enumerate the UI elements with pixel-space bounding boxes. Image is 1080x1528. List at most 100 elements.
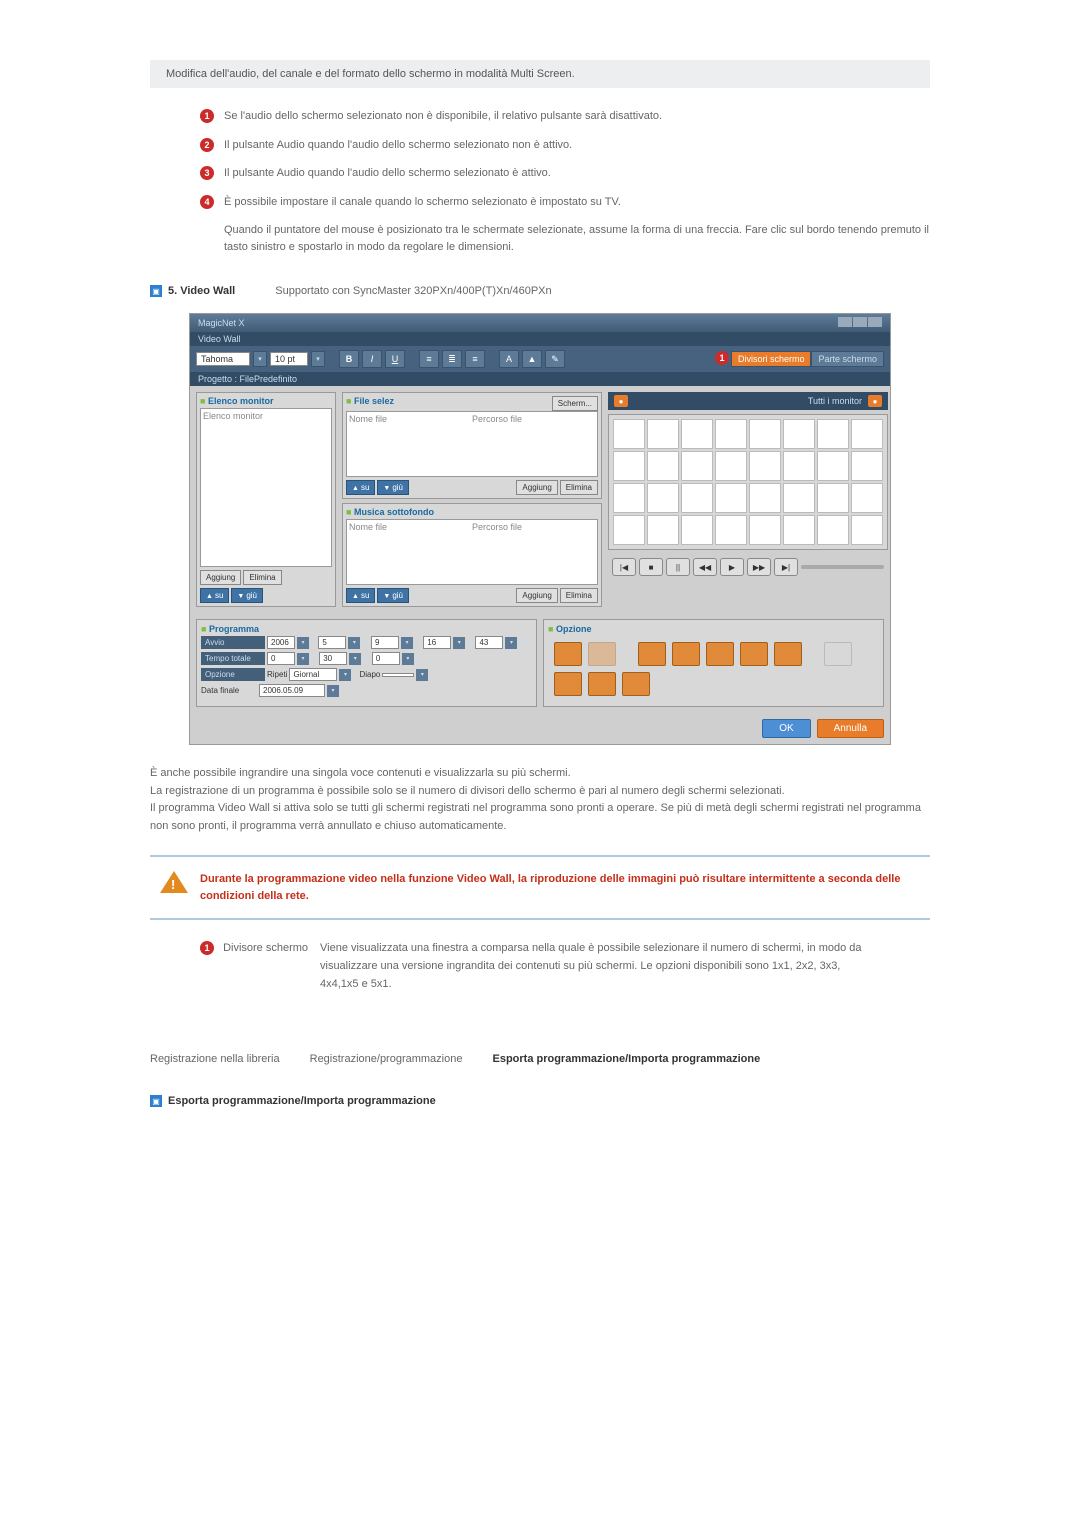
font-select[interactable]: Tahoma	[196, 352, 250, 366]
export-section-header: ▣ Esporta programmazione/Importa program…	[150, 1095, 930, 1107]
thumbnail-grid[interactable]	[608, 414, 888, 550]
underline-button[interactable]: U	[385, 350, 405, 368]
bullet-text-1: Se l'audio dello schermo selezionato non…	[224, 108, 930, 125]
transport-stop[interactable]: ■	[639, 558, 663, 576]
tab-registrazione[interactable]: Registrazione/programmazione	[310, 1053, 463, 1065]
text-color-button[interactable]: A	[499, 350, 519, 368]
bullet-2: 2 Il pulsante Audio quando l'audio dello…	[200, 137, 930, 154]
project-bar: Progetto : FilePredefinito	[190, 372, 890, 386]
programma-head: Programma	[209, 624, 259, 634]
file-down-button[interactable]: giù	[377, 480, 409, 495]
file-selez-head: ■ File selez	[346, 396, 394, 409]
bullet-badge-2: 2	[200, 138, 214, 152]
ok-button[interactable]: OK	[762, 719, 810, 738]
opt-icon[interactable]	[706, 642, 734, 666]
opt-icon[interactable]	[554, 672, 582, 696]
section-5-header: ▣ 5. Video Wall Supportato con SyncMaste…	[150, 285, 930, 297]
year-input[interactable]: 2006	[267, 636, 295, 649]
monitor-elimina-button[interactable]: Elimina	[243, 570, 281, 585]
transport-pause[interactable]: ||	[666, 558, 690, 576]
opt-icon[interactable]	[824, 642, 852, 666]
bullet-1: 1 Se l'audio dello schermo selezionato n…	[200, 108, 930, 125]
italic-button[interactable]: I	[362, 350, 382, 368]
music-up-button[interactable]: su	[346, 588, 375, 603]
bullet-badge-4: 4	[200, 195, 214, 209]
transport-play[interactable]: ▶	[720, 558, 744, 576]
footer-tabs: Registrazione nella libreria Registrazio…	[150, 1053, 930, 1065]
opzione-head: Opzione	[556, 624, 592, 634]
monitor-aggiung-button[interactable]: Aggiung	[200, 570, 241, 585]
bullet-4: 4 È possibile impostare il canale quando…	[200, 194, 930, 211]
month-input[interactable]: 5	[318, 636, 346, 649]
export-section-title: Esporta programmazione/Importa programma…	[168, 1095, 436, 1107]
align-right-button[interactable]: ≡	[465, 350, 485, 368]
monitor-up-button[interactable]: su	[200, 588, 229, 603]
opt-icon[interactable]	[554, 642, 582, 666]
warning-box: Durante la programmazione video nella fu…	[150, 855, 930, 920]
window-subheader: Video Wall	[190, 332, 890, 346]
file-list[interactable]: Nome filePercorso file	[346, 411, 598, 477]
transport-ff[interactable]: ▶▶	[747, 558, 771, 576]
file-elimina-button[interactable]: Elimina	[560, 480, 598, 495]
transport-first[interactable]: |◀	[612, 558, 636, 576]
bold-button[interactable]: B	[339, 350, 359, 368]
tab-libreria[interactable]: Registrazione nella libreria	[150, 1053, 280, 1065]
tab-parte[interactable]: Parte schermo	[811, 351, 884, 367]
monitor-down-button[interactable]: giù	[231, 588, 263, 603]
font-dropdown-icon[interactable]: ▾	[253, 351, 267, 367]
opt-icon[interactable]	[672, 642, 700, 666]
monitor-list-head: ■ Elenco monitor	[200, 396, 332, 406]
file-aggiung-button[interactable]: Aggiung	[516, 480, 557, 495]
scherm-button[interactable]: Scherm...	[552, 396, 598, 411]
toolbar: Tahoma ▾ 10 pt ▾ B I U ≡ ≣ ≡ A ▲ ✎ 1 Div…	[190, 346, 890, 372]
export-section-icon: ▣	[150, 1095, 162, 1107]
post-screenshot-paragraph: È anche possibile ingrandire una singola…	[150, 765, 930, 835]
line-color-button[interactable]: ✎	[545, 350, 565, 368]
app-title: MagicNet X	[198, 318, 245, 328]
data-finale-input[interactable]: 2006.05.09	[259, 684, 325, 697]
bullet-badge-3: 3	[200, 166, 214, 180]
prev-chip-left[interactable]: ●	[614, 395, 628, 407]
music-aggiung-button[interactable]: Aggiung	[516, 588, 557, 603]
music-elimina-button[interactable]: Elimina	[560, 588, 598, 603]
programma-panel: ■ Programma Avvio 2006▾ A 5▾ M 9▾ G 16▾ …	[196, 619, 537, 707]
monitor-list[interactable]: Elenco monitor	[200, 408, 332, 567]
hour-input[interactable]: 16	[423, 636, 451, 649]
opt-icon[interactable]	[740, 642, 768, 666]
opt-icon[interactable]	[774, 642, 802, 666]
section-subtitle: Supportato con SyncMaster 320PXn/400P(T)…	[275, 285, 551, 297]
tutti-monitor-label: Tutti i monitor	[808, 396, 862, 406]
tab-esporta[interactable]: Esporta programmazione/Importa programma…	[492, 1053, 760, 1065]
def-badge: 1	[200, 941, 214, 955]
align-left-button[interactable]: ≡	[419, 350, 439, 368]
tab-divisori[interactable]: Divisori schermo	[731, 351, 812, 367]
day-input[interactable]: 9	[371, 636, 399, 649]
opt-icon[interactable]	[588, 642, 616, 666]
bullet-list: 1 Se l'audio dello schermo selezionato n…	[150, 108, 930, 255]
prev-chip-right[interactable]: ●	[868, 395, 882, 407]
music-list[interactable]: Nome filePercorso file	[346, 519, 598, 585]
diapo-select[interactable]	[382, 673, 414, 677]
min-input[interactable]: 43	[475, 636, 503, 649]
ripeti-select[interactable]: Giornal	[289, 668, 337, 681]
opt-icon[interactable]	[622, 672, 650, 696]
window-buttons[interactable]	[837, 317, 882, 329]
transport-rw[interactable]: ◀◀	[693, 558, 717, 576]
opt-icon[interactable]	[638, 642, 666, 666]
opzione-panel: ■ Opzione	[543, 619, 884, 707]
opzione-label: Opzione	[201, 668, 265, 681]
warning-icon	[160, 871, 188, 893]
transport-last[interactable]: ▶|	[774, 558, 798, 576]
size-dropdown-icon[interactable]: ▾	[311, 351, 325, 367]
size-select[interactable]: 10 pt	[270, 352, 308, 366]
fill-color-button[interactable]: ▲	[522, 350, 542, 368]
file-up-button[interactable]: su	[346, 480, 375, 495]
annulla-button[interactable]: Annulla	[817, 719, 884, 738]
opt-icon[interactable]	[588, 672, 616, 696]
transport-slider[interactable]	[801, 565, 884, 569]
app-screenshot: MagicNet X Video Wall Tahoma ▾ 10 pt ▾ B…	[189, 313, 891, 745]
warning-text: Durante la programmazione video nella fu…	[200, 871, 920, 904]
align-center-button[interactable]: ≣	[442, 350, 462, 368]
transport-controls: |◀ ■ || ◀◀ ▶ ▶▶ ▶|	[608, 554, 888, 580]
music-down-button[interactable]: giù	[377, 588, 409, 603]
